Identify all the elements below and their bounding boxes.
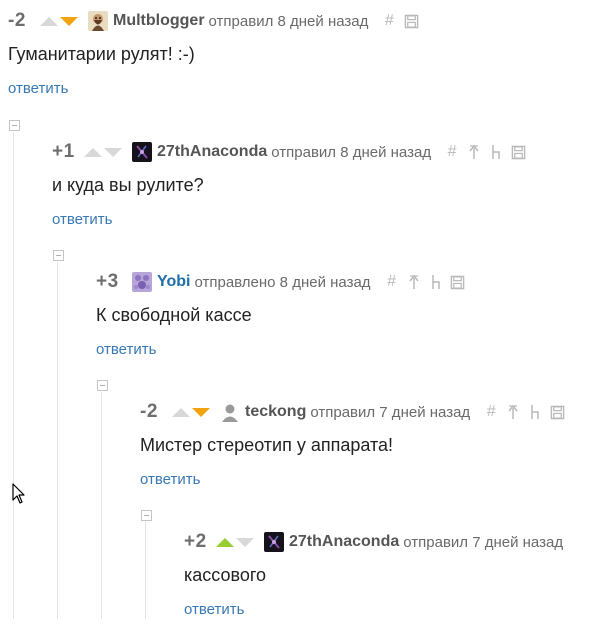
collapse-thread-button[interactable] bbox=[97, 380, 108, 391]
avatar[interactable] bbox=[132, 142, 152, 162]
upvote-button[interactable] bbox=[84, 147, 102, 157]
avatar[interactable] bbox=[132, 272, 152, 292]
username-link[interactable]: teckong bbox=[245, 403, 306, 421]
comment-header: +3 Yobi отправлено 8 дней назад # bbox=[96, 271, 467, 293]
save-icon[interactable] bbox=[402, 12, 420, 30]
hash-icon[interactable]: # bbox=[443, 143, 461, 161]
comment-score: +2 bbox=[184, 531, 207, 552]
username-link[interactable]: 27thAnaconda bbox=[157, 143, 267, 161]
hash-icon[interactable]: # bbox=[482, 403, 500, 421]
thread-icon[interactable] bbox=[526, 403, 544, 421]
comment-header: +1 27thAnaconda отправил 8 дней назад # bbox=[52, 141, 527, 163]
hash-icon[interactable]: # bbox=[380, 12, 398, 30]
parent-icon[interactable] bbox=[504, 403, 522, 421]
username-link[interactable]: 27thAnaconda bbox=[289, 533, 399, 551]
username-link[interactable]: Yobi bbox=[157, 273, 190, 291]
comment-text: Гуманитарии рулят! :-) bbox=[8, 44, 195, 64]
comment-header: -2 Multblogger отправил 8 дней назад # bbox=[8, 10, 420, 32]
collapse-thread-button[interactable] bbox=[9, 120, 20, 131]
comment-header: -2 teckong отправил 7 дней назад # bbox=[140, 401, 566, 423]
comment-timestamp: отправлено 8 дней назад bbox=[194, 273, 371, 291]
comment-timestamp: отправил 7 дней назад bbox=[310, 403, 471, 421]
hash-icon[interactable]: # bbox=[383, 273, 401, 291]
reply-link[interactable]: ответить bbox=[184, 601, 244, 618]
downvote-button[interactable] bbox=[192, 407, 210, 417]
downvote-button[interactable] bbox=[60, 16, 78, 26]
comment-score: +3 bbox=[96, 271, 119, 292]
comment-score: -2 bbox=[8, 10, 26, 31]
mouse-cursor-icon bbox=[12, 483, 25, 504]
reply-link[interactable]: ответить bbox=[96, 341, 156, 358]
parent-icon[interactable] bbox=[465, 143, 483, 161]
avatar[interactable] bbox=[264, 532, 284, 552]
reply-link[interactable]: ответить bbox=[52, 211, 112, 228]
comment-timestamp: отправил 8 дней назад bbox=[208, 12, 369, 30]
avatar[interactable] bbox=[88, 11, 108, 31]
comment-timestamp: отправил 8 дней назад bbox=[271, 143, 432, 161]
upvote-button[interactable] bbox=[172, 407, 190, 417]
comment: +3 Yobi отправлено 8 дней назад # К своб… bbox=[0, 271, 600, 371]
thread-icon[interactable] bbox=[427, 273, 445, 291]
comment: +2 27thAnaconda отправил 7 дней назад ка… bbox=[0, 531, 600, 631]
comment-text: кассового bbox=[184, 565, 267, 585]
comment-text: Мистер стереотип у аппарата! bbox=[140, 435, 394, 455]
thread-icon[interactable] bbox=[487, 143, 505, 161]
upvote-button[interactable] bbox=[40, 16, 58, 26]
downvote-button[interactable] bbox=[236, 537, 254, 547]
reply-link[interactable]: ответить bbox=[8, 80, 68, 97]
avatar[interactable] bbox=[220, 402, 240, 422]
comment-text: К свободной кассе bbox=[96, 305, 252, 325]
comment: -2 Multblogger отправил 8 дней назад # Г… bbox=[0, 10, 600, 110]
username-link[interactable]: Multblogger bbox=[113, 12, 205, 30]
save-icon[interactable] bbox=[548, 403, 566, 421]
reply-link[interactable]: ответить bbox=[140, 471, 200, 488]
downvote-button[interactable] bbox=[104, 147, 122, 157]
comment-score: +1 bbox=[52, 141, 75, 162]
collapse-thread-button[interactable] bbox=[53, 250, 64, 261]
comment-header: +2 27thAnaconda отправил 7 дней назад bbox=[184, 531, 563, 553]
comment-text: и куда вы рулите? bbox=[52, 175, 204, 195]
save-icon[interactable] bbox=[449, 273, 467, 291]
upvote-button[interactable] bbox=[216, 537, 234, 547]
save-icon[interactable] bbox=[509, 143, 527, 161]
comment-timestamp: отправил 7 дней назад bbox=[403, 533, 564, 551]
comment: +1 27thAnaconda отправил 8 дней назад # … bbox=[0, 141, 600, 241]
comment: -2 teckong отправил 7 дней назад # Мисте… bbox=[0, 401, 600, 501]
parent-icon[interactable] bbox=[405, 273, 423, 291]
collapse-thread-button[interactable] bbox=[141, 510, 152, 521]
comment-score: -2 bbox=[140, 401, 158, 422]
